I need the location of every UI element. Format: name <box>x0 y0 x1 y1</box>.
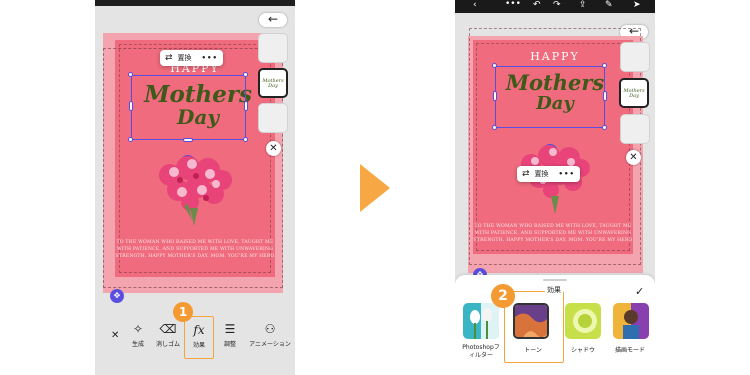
canyon-thumbnail-image <box>515 305 547 337</box>
pen-icon[interactable]: ✎ <box>605 0 613 10</box>
close-icon[interactable]: ✕ <box>626 150 641 165</box>
title-selection-box[interactable] <box>131 75 246 140</box>
tutorial-composite: ← HAPPY Mothers Day ⇄ 置換 ••• ↺ <box>0 0 750 375</box>
tool-generate[interactable]: ✧ 生成 <box>125 322 151 348</box>
replace-icon[interactable]: ⇄ <box>165 53 173 63</box>
resize-handle[interactable] <box>602 63 607 68</box>
drag-handle[interactable] <box>543 279 567 281</box>
page-thumbnail[interactable] <box>620 42 650 72</box>
top-toolbar: ‹ ••• ↶ ↷ ⇪ ✎ ➤ <box>455 0 655 13</box>
poem-line: STRENGTH. HAPPY MOTHER'S DAY, MOM. YOU'R… <box>473 238 633 243</box>
resize-handle[interactable] <box>602 125 607 130</box>
tool-label: 効果 <box>192 342 205 349</box>
undo-icon[interactable]: ↶ <box>533 0 541 10</box>
animation-icon: ⚇ <box>264 322 276 336</box>
send-icon[interactable]: ➤ <box>633 0 641 10</box>
poem-line: TO THE WOMAN WHO RAISED ME WITH LOVE, TA… <box>474 224 632 229</box>
effect-tile-shadow[interactable] <box>565 303 601 339</box>
confirm-icon[interactable]: ✓ <box>635 285 644 298</box>
page-thumbnail[interactable] <box>620 114 650 144</box>
more-icon[interactable]: ••• <box>202 54 218 62</box>
portrait-thumbnail-image <box>613 303 649 339</box>
resize-handle[interactable] <box>128 137 133 142</box>
tulip-thumbnail-image <box>463 303 499 339</box>
next-step-arrow-icon <box>360 164 390 212</box>
lime-thumbnail-image <box>565 303 601 339</box>
poem-line: WITH PATIENCE, AND SUPPORTED ME WITH UNW… <box>474 231 632 236</box>
page-thumbnail-selected[interactable]: Mothers Day <box>258 68 288 98</box>
resize-handle[interactable] <box>244 101 248 111</box>
resize-handle[interactable] <box>493 91 497 101</box>
close-icon[interactable]: ✕ <box>266 141 281 156</box>
poem-line: STRENGTH. HAPPY MOTHER'S DAY, MOM. YOU'R… <box>115 254 275 259</box>
tool-effects[interactable]: fx 効果 <box>184 316 214 359</box>
resize-handle[interactable] <box>128 72 133 77</box>
effect-tile-tone[interactable] <box>513 303 549 339</box>
back-button[interactable]: ← <box>259 13 287 27</box>
flower-bouquet-image[interactable] <box>150 150 240 230</box>
resize-handle[interactable] <box>603 91 607 101</box>
page-thumbnail[interactable] <box>258 103 288 133</box>
thumbnail-text: Mothers Day <box>262 78 284 89</box>
effect-tile-photoshop-filter[interactable] <box>463 303 499 339</box>
tool-eraser[interactable]: ⌫ 消しゴム <box>151 322 185 348</box>
happy-text: HAPPY <box>530 50 580 63</box>
resize-handle[interactable] <box>492 63 497 68</box>
tool-label: 調整 <box>223 341 236 348</box>
page-thumbnail-selected[interactable]: Mothers Day <box>619 78 649 108</box>
move-icon[interactable]: ✥ <box>110 289 124 303</box>
effect-label: トーン <box>524 347 542 354</box>
eraser-icon: ⌫ <box>159 322 177 336</box>
effect-tile-blend-mode[interactable] <box>613 303 649 339</box>
left-phone-screen: ← HAPPY Mothers Day ⇄ 置換 ••• ↺ <box>95 0 295 375</box>
effect-tooltip: 効果 <box>545 285 563 295</box>
replace-label[interactable]: 置換 <box>535 169 549 179</box>
thumbnail-text: Mothers Day <box>623 88 645 99</box>
tool-label: 消しゴム <box>155 341 180 348</box>
adjust-icon: ☰ <box>224 322 236 336</box>
context-popup: ⇄ 置換 ••• <box>517 166 580 182</box>
title-selection-box[interactable] <box>495 66 605 128</box>
page-thumbnail[interactable] <box>258 33 288 63</box>
effect-label: 描画モード <box>614 347 645 354</box>
tool-adjust[interactable]: ☰ 調整 <box>219 322 241 348</box>
more-icon[interactable]: ••• <box>505 0 521 9</box>
replace-label[interactable]: 置換 <box>178 53 192 63</box>
resize-handle[interactable] <box>243 137 248 142</box>
resize-handle[interactable] <box>243 72 248 77</box>
status-bar <box>95 0 295 6</box>
back-icon[interactable]: ‹ <box>473 0 477 10</box>
effect-label: ィルター <box>468 352 493 359</box>
replace-icon[interactable]: ⇄ <box>522 169 530 179</box>
resize-handle[interactable] <box>183 138 193 142</box>
poem-line: WITH PATIENCE, AND SUPPORTED ME WITH UNW… <box>116 247 274 252</box>
effects-panel: ✓ Photoshopフ ィルター 効果 トーン シャドウ 描画モード <box>455 275 655 375</box>
toolbar-close-icon[interactable]: ✕ <box>111 330 119 341</box>
step-badge: 2 <box>491 284 515 308</box>
share-icon[interactable]: ⇪ <box>579 0 587 10</box>
generate-icon: ✧ <box>132 322 144 336</box>
tool-animation[interactable]: ⚇ アニメーション <box>247 322 293 348</box>
tool-label: 生成 <box>131 341 144 348</box>
poem-line: TO THE WOMAN WHO RAISED ME WITH LOVE, TA… <box>116 240 274 245</box>
resize-handle[interactable] <box>492 125 497 130</box>
more-icon[interactable]: ••• <box>559 170 575 178</box>
step-badge: 1 <box>173 302 193 322</box>
redo-icon[interactable]: ↷ <box>553 0 561 10</box>
effect-label: シャドウ <box>570 347 595 354</box>
tool-label: アニメーション <box>249 341 291 348</box>
effect-label: Photoshopフ <box>462 344 500 351</box>
fx-icon: fx <box>193 323 205 337</box>
context-popup: ⇄ 置換 ••• <box>160 50 223 66</box>
resize-handle[interactable] <box>129 101 133 111</box>
right-phone-screen: ‹ ••• ↶ ↷ ⇪ ✎ ➤ ← HAPPY Mothers Day ↺ <box>455 0 655 375</box>
